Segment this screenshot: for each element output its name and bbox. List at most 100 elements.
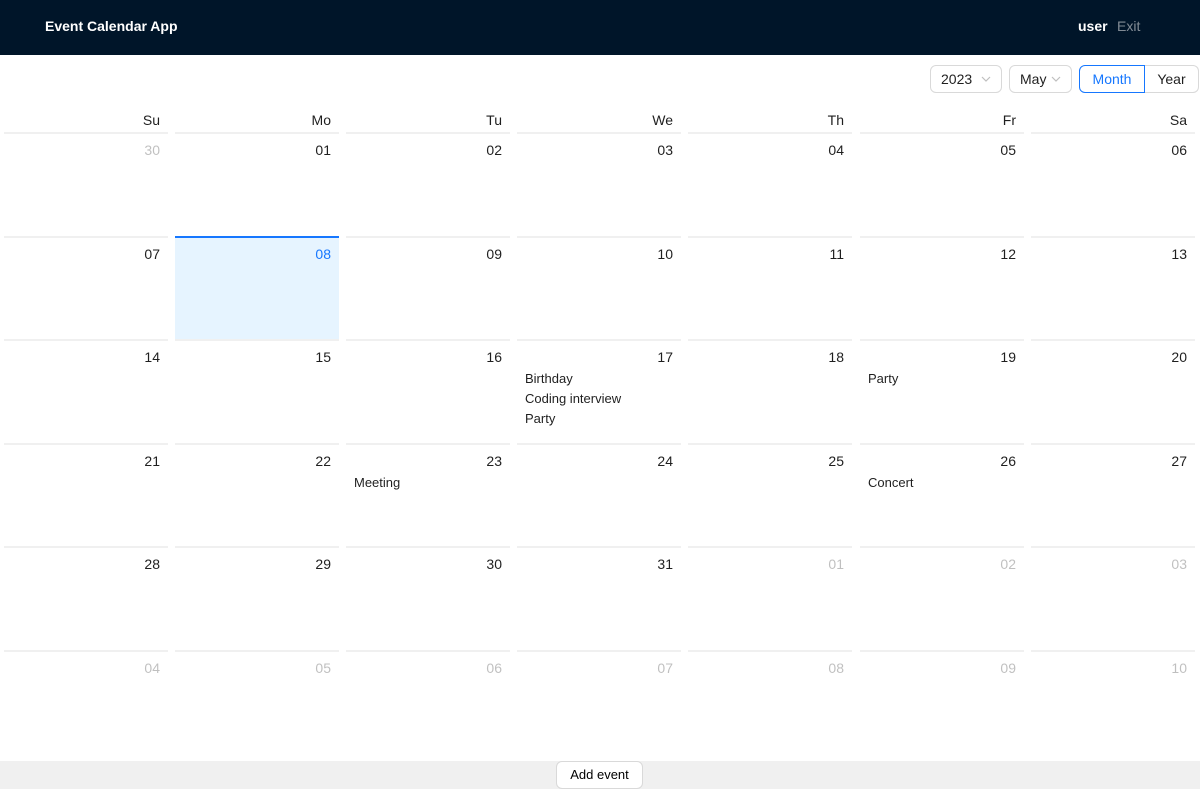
day-cell[interactable]: 02: [346, 132, 510, 235]
month-select-value: May: [1020, 71, 1047, 87]
day-number: 01: [828, 556, 844, 572]
year-select-value: 2023: [941, 71, 973, 87]
event-list: Party: [868, 369, 1016, 389]
month-mode-button[interactable]: Month: [1079, 65, 1145, 93]
day-cell[interactable]: 29: [175, 546, 339, 649]
day-cell[interactable]: 10: [1031, 650, 1195, 753]
chevron-down-icon: [981, 76, 991, 82]
day-cell[interactable]: 05: [175, 650, 339, 753]
day-number: 12: [1000, 246, 1016, 262]
event-item[interactable]: Coding interview: [525, 389, 673, 409]
day-cell[interactable]: 03: [517, 132, 681, 235]
day-cell[interactable]: 16: [346, 339, 510, 442]
day-cell[interactable]: 06: [1031, 132, 1195, 235]
day-number: 14: [144, 349, 160, 365]
day-number: 30: [486, 556, 502, 572]
day-cell[interactable]: 25: [688, 443, 852, 546]
day-cell[interactable]: 07: [4, 236, 168, 339]
day-number: 18: [828, 349, 844, 365]
day-cell[interactable]: 23 Meeting: [346, 443, 510, 546]
day-cell[interactable]: 13: [1031, 236, 1195, 339]
day-cell[interactable]: 30: [4, 132, 168, 235]
event-list: Birthday Coding interview Party: [525, 369, 673, 429]
day-cell[interactable]: 17 Birthday Coding interview Party: [517, 339, 681, 442]
weekday-label: Fr: [1002, 112, 1016, 128]
event-item[interactable]: Party: [525, 409, 673, 429]
day-cell[interactable]: 04: [4, 650, 168, 753]
view-mode-switch: Month Year: [1079, 65, 1199, 93]
day-number: 27: [1171, 453, 1187, 469]
exit-link[interactable]: Exit: [1117, 0, 1140, 52]
top-navbar: Event Calendar App user Exit: [0, 0, 1200, 55]
day-cell[interactable]: 21: [4, 443, 168, 546]
day-number: 30: [144, 142, 160, 158]
day-number: 06: [486, 660, 502, 676]
day-cell[interactable]: 20: [1031, 339, 1195, 442]
weekday-label: Mo: [311, 112, 331, 128]
day-cell[interactable]: 30: [346, 546, 510, 649]
day-cell[interactable]: 26 Concert: [860, 443, 1024, 546]
day-number: 09: [1000, 660, 1016, 676]
day-cell[interactable]: 11: [688, 236, 852, 339]
day-cell[interactable]: 03: [1031, 546, 1195, 649]
day-number: 05: [1000, 142, 1016, 158]
day-number: 08: [828, 660, 844, 676]
day-cell[interactable]: 22: [175, 443, 339, 546]
day-cell[interactable]: 01: [688, 546, 852, 649]
day-cell[interactable]: 04: [688, 132, 852, 235]
year-select[interactable]: 2023: [930, 65, 1002, 93]
day-number: 29: [315, 556, 331, 572]
day-number: 19: [1000, 349, 1016, 365]
day-cell[interactable]: 12: [860, 236, 1024, 339]
day-cell[interactable]: 09: [346, 236, 510, 339]
day-cell[interactable]: 24: [517, 443, 681, 546]
add-event-button[interactable]: Add event: [556, 761, 643, 789]
event-item[interactable]: Meeting: [354, 473, 502, 493]
day-cell[interactable]: 27: [1031, 443, 1195, 546]
day-number: 10: [657, 246, 673, 262]
day-number: 22: [315, 453, 331, 469]
day-number: 25: [828, 453, 844, 469]
day-cell[interactable]: 07: [517, 650, 681, 753]
day-cell[interactable]: 15: [175, 339, 339, 442]
day-number: 02: [486, 142, 502, 158]
chevron-down-icon: [1051, 76, 1061, 82]
day-number: 16: [486, 349, 502, 365]
day-cell[interactable]: 08: [688, 650, 852, 753]
footer-bar: Add event: [0, 761, 1200, 789]
day-cell[interactable]: 06: [346, 650, 510, 753]
day-cell[interactable]: 10: [517, 236, 681, 339]
day-number: 20: [1171, 349, 1187, 365]
event-list: Meeting: [354, 473, 502, 493]
event-item[interactable]: Concert: [868, 473, 1016, 493]
year-mode-button[interactable]: Year: [1145, 65, 1199, 93]
event-item[interactable]: Party: [868, 369, 1016, 389]
day-cell[interactable]: 14: [4, 339, 168, 442]
day-number: 11: [829, 246, 844, 262]
day-number: 07: [657, 660, 673, 676]
day-number: 05: [315, 660, 331, 676]
day-cell-today[interactable]: 08: [175, 236, 339, 339]
day-cell[interactable]: 09: [860, 650, 1024, 753]
day-number: 24: [657, 453, 673, 469]
day-cell[interactable]: 02: [860, 546, 1024, 649]
day-number: 13: [1171, 246, 1187, 262]
day-number: 23: [486, 453, 502, 469]
day-number: 28: [144, 556, 160, 572]
month-select[interactable]: May: [1009, 65, 1072, 93]
day-number: 04: [144, 660, 160, 676]
day-number: 02: [1000, 556, 1016, 572]
day-cell[interactable]: 28: [4, 546, 168, 649]
event-list: Concert: [868, 473, 1016, 493]
day-cell[interactable]: 01: [175, 132, 339, 235]
day-cell[interactable]: 19 Party: [860, 339, 1024, 442]
event-item[interactable]: Birthday: [525, 369, 673, 389]
weekday-label: Th: [827, 112, 844, 128]
day-cell[interactable]: 05: [860, 132, 1024, 235]
day-number: 03: [1171, 556, 1187, 572]
day-cell[interactable]: 31: [517, 546, 681, 649]
day-number: 01: [315, 142, 331, 158]
day-number: 31: [657, 556, 673, 572]
day-cell[interactable]: 18: [688, 339, 852, 442]
day-number: 07: [144, 246, 160, 262]
